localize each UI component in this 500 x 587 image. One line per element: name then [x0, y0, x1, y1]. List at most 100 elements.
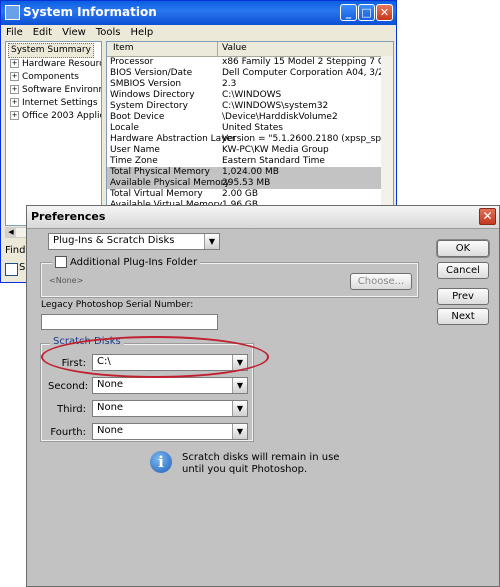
expand-icon[interactable]: + [10, 85, 19, 94]
details-list: Item Value Processor x86 Family 15 Model … [106, 41, 394, 226]
menu-edit[interactable]: Edit [28, 26, 57, 38]
row-value: Version = "5.1.2600.2180 (xpsp_sp2_rtm.0… [222, 134, 393, 144]
plugins-group-title: Additional Plug-Ins Folder [52, 256, 201, 268]
chevron-down-icon[interactable]: ▼ [204, 234, 219, 249]
row-item: Available Physical Memory [110, 178, 230, 188]
row-item: Total Virtual Memory [110, 189, 203, 199]
row-value: C:\WINDOWS\system32 [222, 101, 329, 111]
column-header-value[interactable]: Value [222, 43, 247, 53]
tree-item-office-2003[interactable]: +Office 2003 Applications [6, 110, 101, 123]
legacy-serial-label: Legacy Photoshop Serial Number: [41, 300, 194, 310]
second-disk-select[interactable]: None ▼ [92, 377, 248, 394]
table-row[interactable]: Time Zone Eastern Standard Time [107, 156, 393, 167]
row-item: BIOS Version/Date [110, 68, 193, 78]
expand-icon[interactable]: + [10, 59, 19, 68]
cancel-button[interactable]: Cancel [437, 262, 489, 279]
table-row[interactable]: SMBIOS Version 2.3 [107, 79, 393, 90]
expand-icon[interactable]: + [10, 111, 19, 120]
third-disk-label: Third: [57, 404, 86, 415]
row-item: Time Zone [110, 156, 158, 166]
list-header: Item Value [107, 42, 393, 57]
chevron-down-icon[interactable]: ▼ [232, 401, 247, 416]
first-disk-select[interactable]: C:\ ▼ [92, 354, 248, 371]
row-value: 2.00 GB [222, 189, 259, 199]
row-value: 2.3 [222, 79, 237, 89]
menu-view[interactable]: View [57, 26, 91, 38]
chevron-down-icon[interactable]: ▼ [232, 355, 247, 370]
second-disk-label: Second: [48, 381, 89, 392]
row-item: Processor [110, 57, 154, 67]
chevron-down-icon[interactable]: ▼ [232, 378, 247, 393]
table-row[interactable]: BIOS Version/Date Dell Computer Corporati… [107, 68, 393, 79]
expand-icon[interactable]: + [10, 72, 19, 81]
find-what-label: Find [5, 245, 26, 256]
tree-item-internet-settings[interactable]: + Internet Settings [6, 97, 101, 110]
menu-file[interactable]: File [1, 26, 28, 38]
menu-bar: File Edit View Tools Help [1, 25, 396, 41]
table-row[interactable]: Total Virtual Memory 2.00 GB [107, 189, 393, 200]
additional-plugins-label: Additional Plug-Ins Folder [70, 256, 198, 268]
fourth-disk-label: Fourth: [50, 427, 86, 438]
scroll-left-arrow-icon[interactable]: ◀ [6, 228, 16, 237]
table-row[interactable]: Total Physical Memory 1,024.00 MB [107, 167, 393, 178]
row-value: Dell Computer Corporation A04, 3/25/2004 [222, 68, 393, 78]
next-button[interactable]: Next [437, 308, 489, 325]
fourth-disk-select[interactable]: None ▼ [92, 423, 248, 440]
preferences-section-select[interactable]: Plug-Ins & Scratch Disks ▼ [48, 233, 220, 250]
row-item: User Name [110, 145, 160, 155]
tree-item-hardware-resources[interactable]: +Hardware Resources [6, 58, 101, 71]
ok-button[interactable]: OK [436, 239, 490, 258]
row-value: \Device\HarddiskVolume2 [222, 112, 338, 122]
tree-item-system-summary[interactable]: System Summary [8, 43, 94, 58]
close-icon[interactable]: ✕ [479, 208, 496, 225]
row-value: 1,024.00 MB [222, 167, 279, 177]
first-disk-label: First: [61, 358, 86, 369]
details-vertical-scrollbar[interactable] [381, 56, 393, 225]
column-header-item[interactable]: Item [113, 43, 134, 53]
additional-plugins-checkbox[interactable] [55, 256, 67, 268]
table-row[interactable]: Locale United States [107, 123, 393, 134]
column-divider[interactable] [217, 42, 218, 56]
search-selected-checkbox[interactable] [5, 263, 18, 276]
menu-help[interactable]: Help [125, 26, 158, 38]
row-value: 295.53 MB [222, 178, 271, 188]
row-value: C:\WINDOWS [222, 90, 282, 100]
row-item: System Directory [110, 101, 188, 111]
choose-button[interactable]: Choose... [350, 273, 412, 290]
table-row[interactable]: System Directory C:\WINDOWS\system32 [107, 101, 393, 112]
table-row[interactable]: Hardware Abstraction Layer Version = "5.1… [107, 134, 393, 145]
category-tree[interactable]: System Summary +Hardware Resources +Comp… [5, 41, 102, 226]
row-item: Locale [110, 123, 139, 133]
expand-icon[interactable]: + [10, 98, 19, 107]
table-row[interactable]: Processor x86 Family 15 Model 2 Stepping … [107, 57, 393, 68]
table-row[interactable]: Available Physical Memory 295.53 MB [107, 178, 393, 189]
row-value: United States [222, 123, 283, 133]
scratch-info-line-2: until you quit Photoshop. [182, 464, 308, 475]
maximize-button[interactable]: □ [358, 4, 375, 21]
row-item: Hardware Abstraction Layer [110, 134, 236, 144]
row-item: Windows Directory [110, 90, 195, 100]
table-row[interactable]: Boot Device \Device\HarddiskVolume2 [107, 112, 393, 123]
detail-rows: Processor x86 Family 15 Model 2 Stepping … [107, 57, 393, 211]
legacy-serial-input[interactable] [41, 314, 218, 330]
minimize-button[interactable]: _ [340, 4, 357, 21]
row-value: Eastern Standard Time [222, 156, 325, 166]
third-disk-select[interactable]: None ▼ [92, 400, 248, 417]
fourth-disk-value: None [97, 425, 124, 436]
close-button[interactable]: ✕ [376, 4, 393, 21]
chevron-down-icon[interactable]: ▼ [232, 424, 247, 439]
second-disk-value: None [97, 379, 124, 390]
prev-button[interactable]: Prev [437, 288, 489, 305]
row-item: Total Physical Memory [110, 167, 210, 177]
preferences-titlebar[interactable]: Preferences ✕ [27, 206, 499, 229]
third-disk-value: None [97, 402, 124, 413]
row-value: x86 Family 15 Model 2 Stepping 7 Genuine… [222, 57, 393, 67]
system-information-titlebar[interactable]: System Information _ □ ✕ [1, 1, 396, 25]
tree-item-software-environment[interactable]: +Software Environment [6, 84, 101, 97]
row-value: KW-PC\KW Media Group [222, 145, 329, 155]
table-row[interactable]: User Name KW-PC\KW Media Group [107, 145, 393, 156]
section-select-value: Plug-Ins & Scratch Disks [53, 235, 175, 246]
menu-tools[interactable]: Tools [91, 26, 126, 38]
tree-item-components[interactable]: + Components [6, 71, 101, 84]
table-row[interactable]: Windows Directory C:\WINDOWS [107, 90, 393, 101]
